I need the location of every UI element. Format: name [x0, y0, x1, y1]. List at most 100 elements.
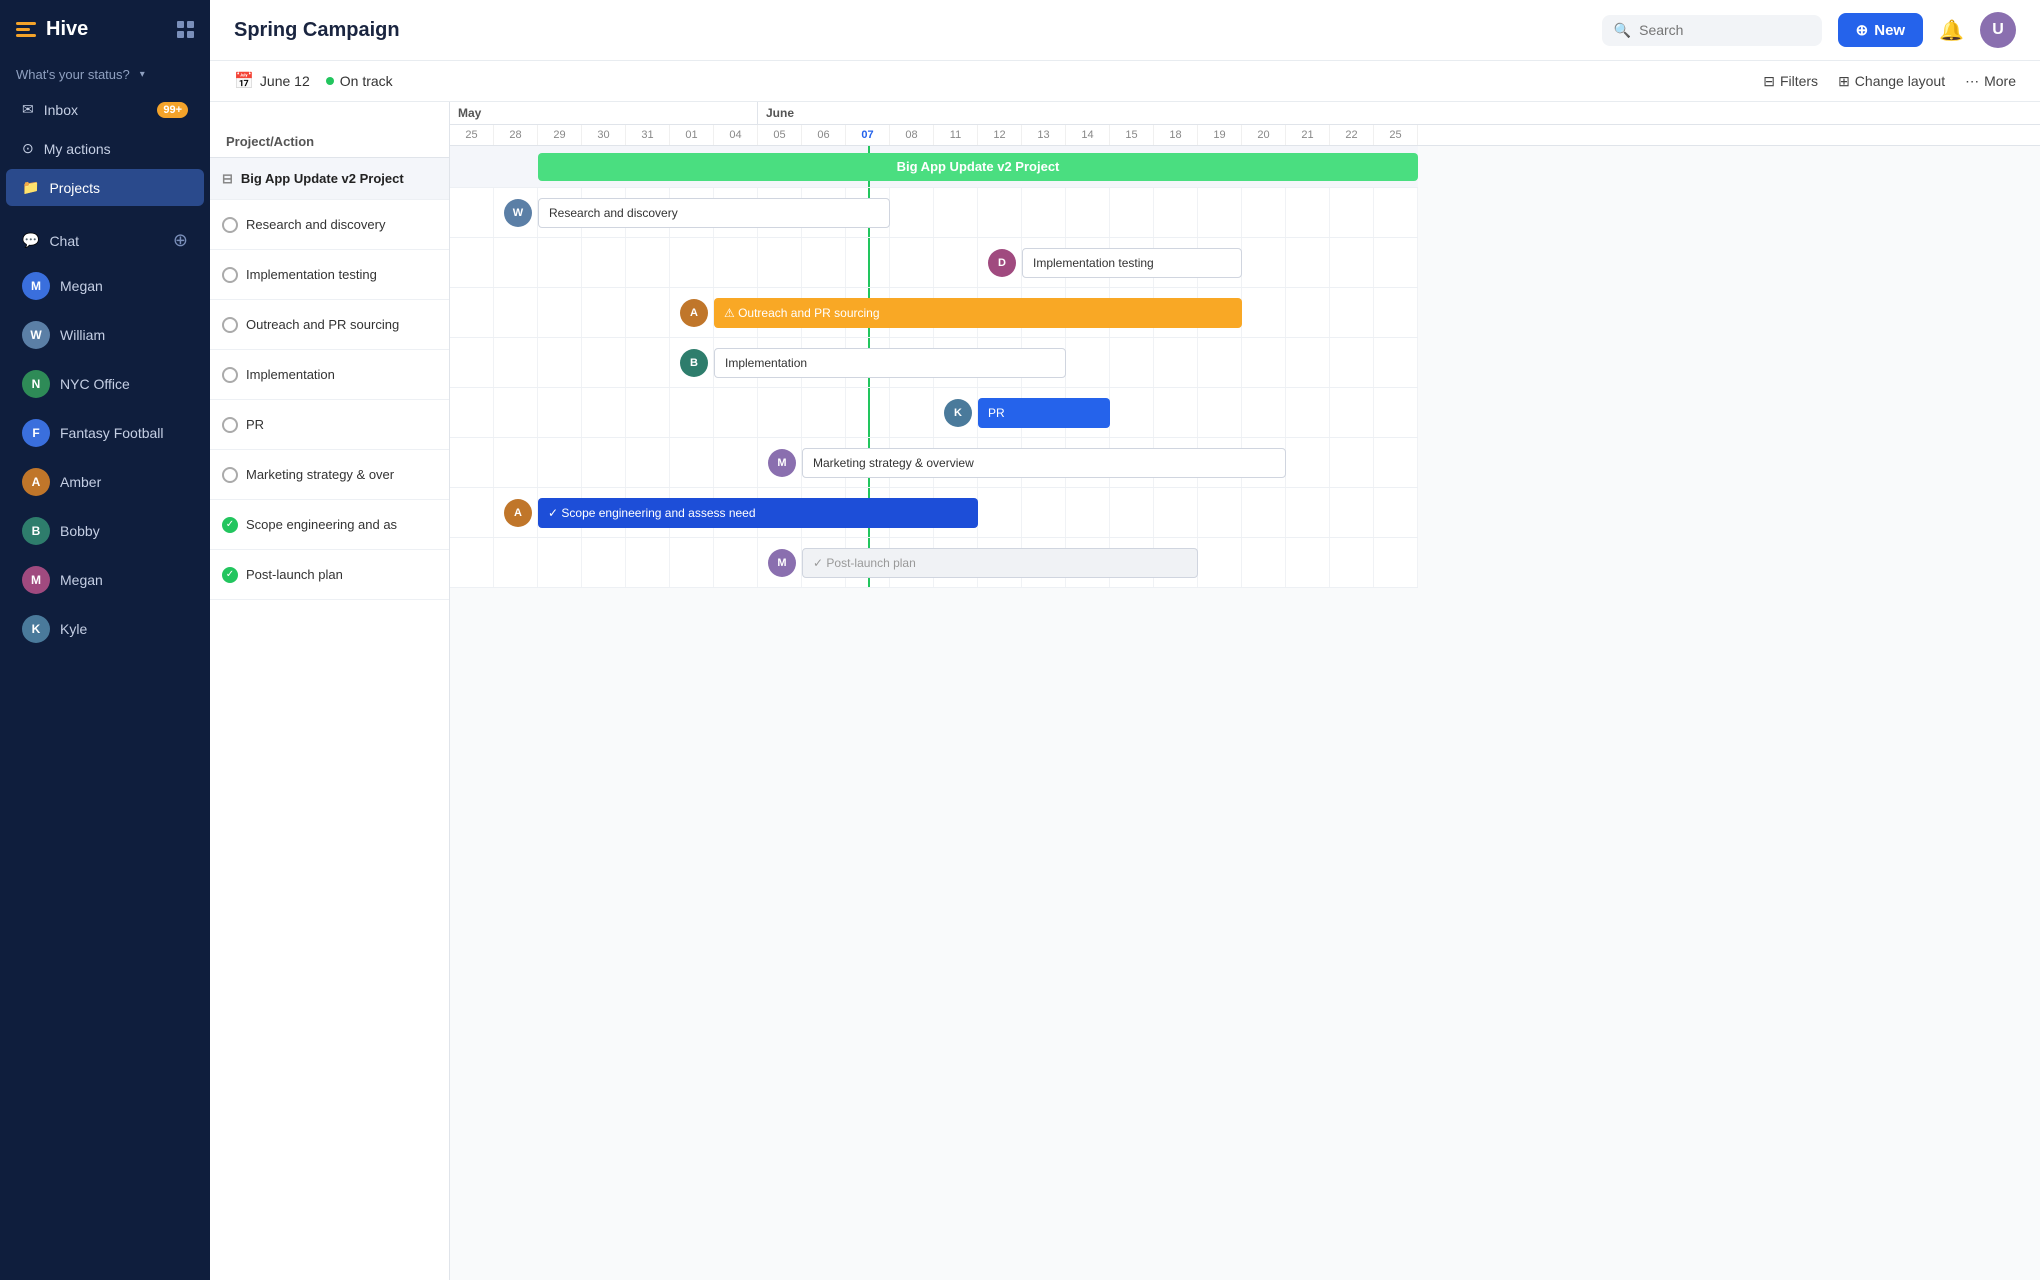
new-button-label: New [1874, 22, 1905, 39]
gantt-bar-research[interactable]: Research and discovery [538, 198, 890, 228]
change-layout-label: Change layout [1855, 73, 1945, 89]
inbox-icon: ✉ [22, 101, 34, 118]
date-label: June 12 [260, 73, 310, 89]
user-avatar[interactable]: U [1980, 12, 2016, 48]
task-check-outreach [222, 317, 238, 333]
task-label-text-research: Research and discovery [246, 217, 385, 232]
task-label-postlaunch: ✓Post-launch plan [210, 550, 449, 600]
sidebar-item-bobby[interactable]: B Bobby [6, 507, 204, 555]
task-label-outreach: Outreach and PR sourcing [210, 300, 449, 350]
sidebar-item-projects[interactable]: 📁 Projects [6, 169, 204, 206]
filters-label: Filters [1780, 73, 1818, 89]
gantt-bar-postlaunch[interactable]: ✓ Post-launch plan [802, 548, 1198, 578]
sidebar-item-amber[interactable]: A Amber [6, 458, 204, 506]
task-avatar-scope: A [504, 499, 532, 527]
sidebar-item-fantasy-football[interactable]: F Fantasy Football [6, 409, 204, 457]
task-check-research [222, 217, 238, 233]
search-box[interactable]: 🔍 [1602, 15, 1822, 46]
task-label-pr: PR [210, 400, 449, 450]
megan-label: Megan [60, 278, 103, 294]
chat-add-icon[interactable]: ⊕ [173, 230, 188, 251]
my-actions-label: My actions [44, 141, 111, 157]
bobby-label: Bobby [60, 523, 100, 539]
chat-icon: 💬 [22, 232, 39, 249]
projects-folder-icon: 📁 [22, 179, 39, 196]
task-label-text-outreach: Outreach and PR sourcing [246, 317, 399, 332]
gantt-bar-scope[interactable]: ✓ Scope engineering and assess need [538, 498, 978, 528]
gantt-bar-marketing[interactable]: Marketing strategy & overview [802, 448, 1286, 478]
inbox-label: Inbox [44, 102, 78, 118]
filters-action[interactable]: ⊟ Filters [1763, 73, 1818, 90]
gantt-bar-impl[interactable]: Implementation [714, 348, 1066, 378]
bell-icon[interactable]: 🔔 [1939, 18, 1964, 43]
search-input[interactable] [1639, 22, 1810, 38]
sidebar-item-megan2[interactable]: M Megan [6, 556, 204, 604]
sidebar-item-megan[interactable]: M Megan [6, 262, 204, 310]
main-content: Spring Campaign 🔍 ⊕ New 🔔 U 📅 June 12 On… [210, 0, 2040, 1280]
status-bar[interactable]: What's your status? ▾ [0, 59, 210, 90]
task-label-text-marketing: Marketing strategy & over [246, 467, 394, 482]
task-check-marketing [222, 467, 238, 483]
project-folder-icon: ⊟ [222, 171, 233, 187]
new-button[interactable]: ⊕ New [1838, 13, 1923, 47]
task-bar-row-pr: KPR [450, 388, 1418, 438]
task-bar-row-postlaunch: M✓ Post-launch plan [450, 538, 1418, 588]
status-label: On track [340, 73, 393, 89]
project-name: Big App Update v2 Project [241, 171, 404, 186]
sidebar-item-inbox[interactable]: ✉ Inbox 99+ [6, 91, 204, 128]
megan2-avatar: M [22, 566, 50, 594]
sidebar-item-chat[interactable]: 💬 Chat ⊕ [6, 220, 204, 261]
sidebar-item-william[interactable]: W William [6, 311, 204, 359]
chevron-down-icon: ▾ [140, 69, 145, 80]
sidebar-item-kyle[interactable]: K Kyle [6, 605, 204, 653]
change-layout-action[interactable]: ⊞ Change layout [1838, 73, 1945, 90]
sidebar-item-nyc-office[interactable]: N NYC Office [6, 360, 204, 408]
task-labels: Research and discovery Implementation tes… [210, 200, 449, 600]
subheader: 📅 June 12 On track ⊟ Filters ⊞ Change la… [210, 61, 2040, 102]
megan2-label: Megan [60, 572, 103, 588]
task-check-scope: ✓ [222, 517, 238, 533]
page-title: Spring Campaign [234, 19, 1586, 42]
kyle-label: Kyle [60, 621, 87, 637]
gantt-bar-impl-test[interactable]: Implementation testing [1022, 248, 1242, 278]
amber-avatar: A [22, 468, 50, 496]
more-label: More [1984, 73, 2016, 89]
green-dot-icon [326, 77, 334, 85]
task-label-text-impl-test: Implementation testing [246, 267, 377, 282]
amber-label: Amber [60, 474, 101, 490]
calendar-icon: 📅 [234, 71, 254, 91]
my-actions-icon: ⊙ [22, 140, 34, 157]
more-icon: ⋯ [1965, 73, 1979, 90]
chat-label: Chat [49, 233, 79, 249]
task-check-pr [222, 417, 238, 433]
task-avatar-impl-test: D [988, 249, 1016, 277]
status-indicator: On track [326, 73, 393, 89]
task-avatar-pr: K [944, 399, 972, 427]
subheader-actions: ⊟ Filters ⊞ Change layout ⋯ More [1763, 73, 2016, 90]
task-avatar-postlaunch: M [768, 549, 796, 577]
task-avatar-marketing: M [768, 449, 796, 477]
task-bar-row-impl-test: DImplementation testing [450, 238, 1418, 288]
task-label-impl: Implementation [210, 350, 449, 400]
sidebar-logo: Hive [0, 0, 210, 59]
task-bar-row-scope: A✓ Scope engineering and assess need [450, 488, 1418, 538]
status-label: What's your status? [16, 67, 130, 82]
task-label-marketing: Marketing strategy & over [210, 450, 449, 500]
more-action[interactable]: ⋯ More [1965, 73, 2016, 90]
gantt-timeline[interactable]: MayJune252829303101040506070811121314151… [450, 102, 2040, 1280]
bobby-avatar: B [22, 517, 50, 545]
task-bar-row-marketing: MMarketing strategy & overview [450, 438, 1418, 488]
task-label-text-postlaunch: Post-launch plan [246, 567, 343, 582]
label-col-header: Project/Action [210, 102, 449, 158]
task-label-impl-test: Implementation testing [210, 250, 449, 300]
filter-icon: ⊟ [1763, 73, 1775, 90]
sidebar-item-my-actions[interactable]: ⊙ My actions [6, 130, 204, 167]
plus-icon: ⊕ [1856, 21, 1869, 39]
gantt-bar-outreach[interactable]: ⚠ Outreach and PR sourcing [714, 298, 1242, 328]
date-badge: 📅 June 12 [234, 71, 310, 91]
project-label-row: ⊟ Big App Update v2 Project [210, 158, 449, 200]
gantt-bar-pr[interactable]: PR [978, 398, 1110, 428]
grid-icon[interactable] [177, 21, 194, 38]
william-avatar: W [22, 321, 50, 349]
project-gantt-bar[interactable]: Big App Update v2 Project [538, 153, 1418, 181]
